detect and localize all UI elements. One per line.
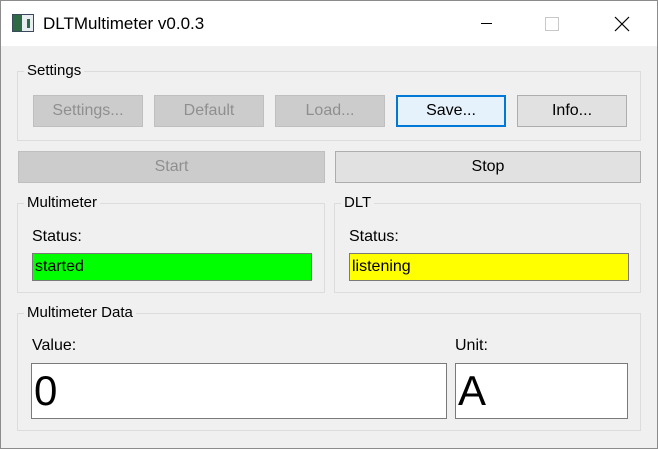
- minimize-icon: [480, 23, 492, 24]
- maximize-icon: [545, 16, 559, 31]
- settings-group-title: Settings: [24, 62, 85, 79]
- multimeter-status-label: Status:: [32, 228, 82, 245]
- multimeter-data-group-title: Multimeter Data: [24, 304, 136, 321]
- minimize-button[interactable]: [463, 1, 509, 46]
- dlt-group-title: DLT: [341, 194, 375, 211]
- unit-label: Unit:: [455, 337, 488, 354]
- settings-button[interactable]: Settings...: [33, 95, 143, 127]
- maximize-button[interactable]: [529, 1, 575, 46]
- multimeter-status-field: started: [32, 253, 312, 281]
- unit-display: A: [455, 363, 628, 419]
- multimeter-data-group: Multimeter Data Value: 0 Unit: A: [17, 304, 641, 431]
- load-button[interactable]: Load...: [275, 95, 385, 127]
- multimeter-app-icon: [12, 14, 34, 32]
- stop-button[interactable]: Stop: [335, 151, 641, 183]
- dlt-status-label: Status:: [349, 228, 399, 245]
- save-button[interactable]: Save...: [396, 95, 506, 127]
- value-display: 0: [31, 363, 447, 419]
- dlt-status-field: listening: [349, 253, 629, 281]
- value-label: Value:: [32, 337, 77, 354]
- close-icon: [614, 16, 630, 31]
- title-bar[interactable]: DLTMultimeter v0.0.3: [1, 1, 657, 46]
- close-button[interactable]: [599, 1, 645, 46]
- window-title: DLTMultimeter v0.0.3: [43, 14, 205, 33]
- main-window: DLTMultimeter v0.0.3 Settings Settings..…: [0, 0, 658, 449]
- dlt-group: DLT Status: listening: [334, 194, 641, 293]
- multimeter-group: Multimeter Status: started: [17, 194, 325, 293]
- settings-group: Settings Settings... Default Load... Sav…: [17, 62, 641, 141]
- multimeter-group-title: Multimeter: [24, 194, 101, 211]
- default-button[interactable]: Default: [154, 95, 264, 127]
- info-button[interactable]: Info...: [517, 95, 627, 127]
- start-button[interactable]: Start: [18, 151, 325, 183]
